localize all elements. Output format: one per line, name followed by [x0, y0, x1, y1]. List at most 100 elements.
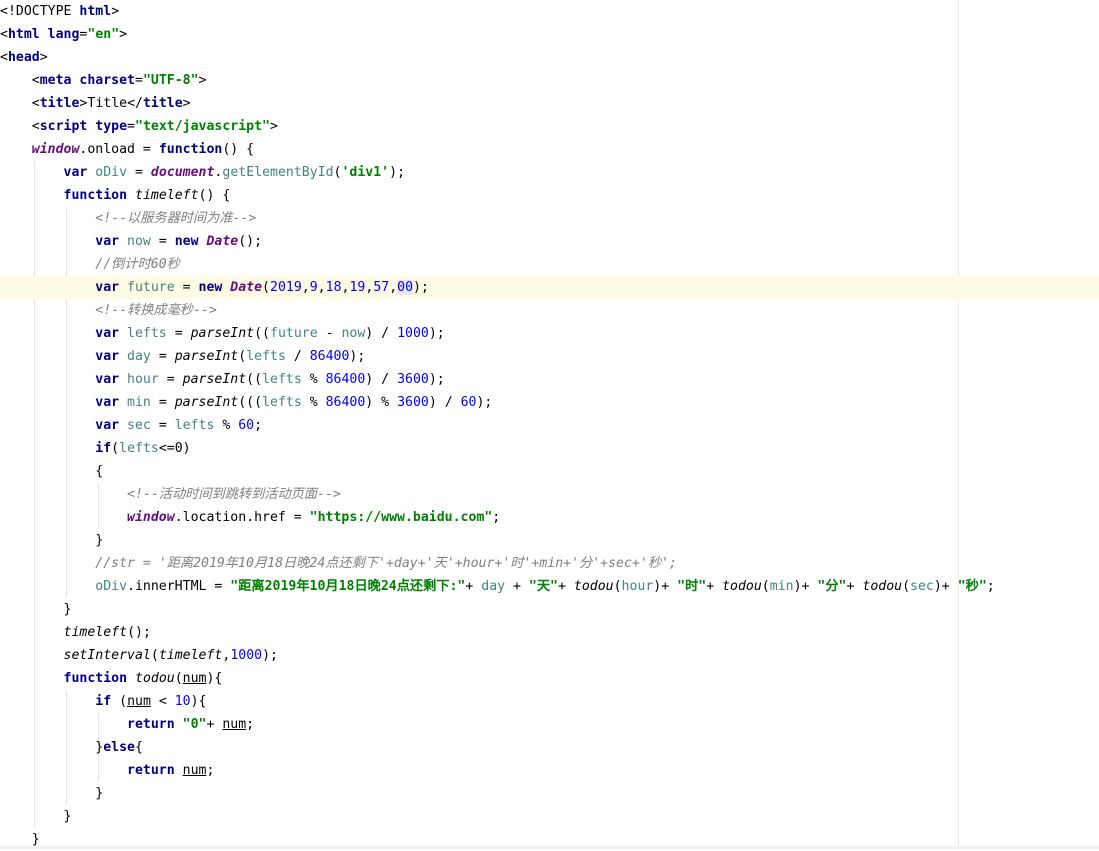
code-token: min: [127, 395, 151, 410]
code-token: {: [135, 740, 143, 755]
code-token: =: [150, 418, 175, 433]
code-token: >: [39, 50, 48, 65]
code-line[interactable]: <meta charset="UTF-8">: [0, 69, 207, 92]
code-line[interactable]: <!DOCTYPE html>: [0, 0, 119, 23]
code-line[interactable]: }: [0, 598, 72, 621]
code-token: 86400: [309, 349, 350, 364]
code-line[interactable]: var now = new Date();: [0, 230, 262, 253]
code-token: parseInt: [190, 326, 255, 341]
code-token: (: [119, 694, 128, 709]
code-token: num: [182, 671, 207, 686]
code-line[interactable]: oDiv.innerHTML = "距离2019年10月18日晚24点还剩下:"…: [0, 575, 994, 598]
code-line[interactable]: }: [0, 805, 72, 828]
code-token: function: [63, 671, 135, 686]
code-token: hour: [621, 579, 654, 594]
code-line[interactable]: <script type="text/javascript">: [0, 115, 278, 138]
code-token: num: [222, 717, 247, 732]
code-editor[interactable]: <!DOCTYPE html> <html lang="en"> <head> <m…: [0, 0, 1099, 849]
code-line[interactable]: <!--以服务器时间为准-->: [0, 207, 256, 230]
code-token: 2019: [270, 280, 302, 295]
code-token: var: [95, 326, 128, 341]
code-line[interactable]: }else{: [0, 736, 143, 759]
code-token: now: [127, 234, 151, 249]
code-token: =: [150, 349, 175, 364]
code-line[interactable]: <!--活动时间到跳转到活动页面-->: [0, 483, 341, 506]
code-token: %: [214, 418, 239, 433]
code-line[interactable]: var day = parseInt(lefts / 86400);: [0, 345, 365, 368]
code-line[interactable]: function timeleft() {: [0, 184, 231, 207]
code-line[interactable]: }: [0, 782, 103, 805]
code-token: "en": [87, 27, 120, 42]
code-token: lefts: [246, 349, 286, 364]
code-token: )+: [653, 579, 678, 594]
code-line[interactable]: }: [0, 529, 103, 552]
code-line[interactable]: <title>Title</title>: [0, 92, 191, 115]
code-token: (: [174, 671, 183, 686]
code-line[interactable]: <!--转换成毫秒-->: [0, 299, 217, 322]
code-token: <!--以服务器时间为准-->: [95, 211, 257, 226]
code-token: "UTF-8": [142, 73, 199, 88]
code-line[interactable]: var lefts = parseInt((future - now) / 10…: [0, 322, 445, 345]
code-token: if: [95, 694, 120, 709]
code-line[interactable]: <head>: [0, 46, 48, 69]
code-token: function: [158, 142, 223, 157]
code-token: "距离2019年10月18日晚24点还剩下:": [230, 579, 466, 594]
code-line[interactable]: {: [0, 460, 103, 483]
code-line[interactable]: setInterval(timeleft,1000);: [0, 644, 278, 667]
code-line[interactable]: var oDiv = document.getElementById('div1…: [0, 161, 405, 184]
code-line[interactable]: window.location.href = "https://www.baid…: [0, 506, 500, 529]
code-line[interactable]: window.onload = function() {: [0, 138, 254, 161]
code-line[interactable]: //倒计时60秒: [0, 253, 180, 276]
code-token: 60: [460, 395, 477, 410]
code-token: var: [95, 349, 128, 364]
code-line[interactable]: var future = new Date(2019,9,18,19,57,00…: [0, 276, 1099, 299]
code-line[interactable]: //str = '距离2019年10月18日晚24点还剩下'+day+'天'+h…: [0, 552, 677, 575]
code-line[interactable]: <html lang="en">: [0, 23, 127, 46]
code-token: (: [761, 579, 770, 594]
code-line[interactable]: var hour = parseInt((lefts % 86400) / 36…: [0, 368, 444, 391]
code-line[interactable]: var min = parseInt(((lefts % 86400) % 36…: [0, 391, 492, 414]
code-line[interactable]: return "0"+ num;: [0, 713, 254, 736]
code-token: "时": [677, 579, 707, 594]
code-token: return: [127, 717, 183, 732]
code-token: //str = '距离2019年10月18日晚24点还剩下'+day+'天'+h…: [95, 556, 677, 571]
code-line[interactable]: var sec = lefts % 60;: [0, 414, 262, 437]
code-line[interactable]: return num;: [0, 759, 214, 782]
code-token: >: [182, 96, 191, 111]
code-token: setInterval: [63, 648, 151, 663]
right-margin-guide: [958, 0, 959, 849]
code-line[interactable]: function todou(num){: [0, 667, 223, 690]
code-token: (: [613, 579, 622, 594]
code-token: var: [95, 372, 128, 387]
code-token: parseInt: [174, 349, 239, 364]
code-token: ;: [254, 418, 263, 433]
code-line[interactable]: if (num < 10){: [0, 690, 206, 713]
code-token: parseInt: [174, 395, 239, 410]
code-token: todou: [573, 579, 614, 594]
code-token: document: [150, 165, 215, 180]
code-token: <!--活动时间到跳转到活动页面-->: [127, 487, 341, 502]
code-token: )+: [933, 579, 958, 594]
code-token: );: [349, 349, 366, 364]
code-token: }: [31, 832, 40, 847]
code-line[interactable]: timeleft();: [0, 621, 151, 644]
code-line[interactable]: if(lefts<=0): [0, 437, 190, 460]
code-token: (: [150, 648, 159, 663]
code-token: }: [95, 533, 104, 548]
code-token: 'div1': [341, 165, 390, 180]
code-token: num: [182, 763, 207, 778]
code-token: );: [428, 326, 445, 341]
